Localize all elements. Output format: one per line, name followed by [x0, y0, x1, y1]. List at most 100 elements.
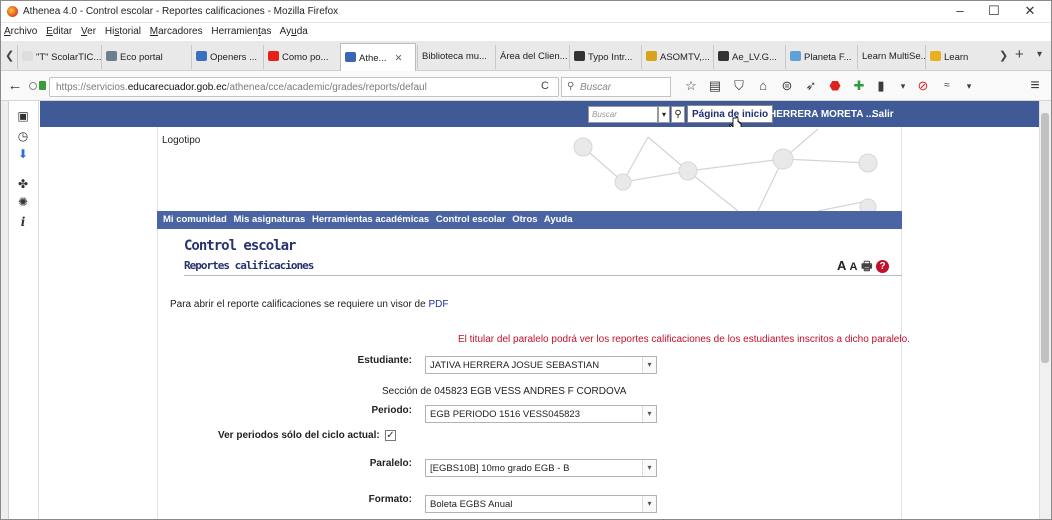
- tab-scolartic[interactable]: "T" ScolarTIC...: [17, 45, 101, 69]
- tab-scroll-left-icon[interactable]: ❮: [5, 49, 14, 62]
- overflow-dropdown-icon[interactable]: ▾: [959, 77, 979, 95]
- puzzle-addon-icon[interactable]: ✚: [849, 77, 869, 95]
- pdf-note: Para abrir el reporte calificaciones se …: [170, 299, 448, 310]
- paralelo-select[interactable]: [EGBS10B] 10mo grado EGB - B ▾: [425, 459, 657, 477]
- pdf-note-text: Para abrir el reporte calificaciones se …: [170, 299, 426, 310]
- tab-learn-multise[interactable]: Learn MultiSe...: [857, 45, 925, 69]
- addon-dropdown-icon[interactable]: ▾: [893, 77, 913, 95]
- tab-asomtv[interactable]: ASOMTV,...: [641, 45, 713, 69]
- info-i-icon[interactable]: i: [16, 215, 30, 229]
- menu-ayuda[interactable]: Ayuda: [280, 26, 308, 37]
- reader-list-icon[interactable]: ▤: [705, 77, 725, 95]
- youtube-icon: [268, 51, 279, 61]
- tab-eco-portal[interactable]: Eco portal: [101, 45, 191, 69]
- estudiante-select[interactable]: JATIVA HERRERA JOSUE SEBASTIAN ▾: [425, 356, 657, 374]
- sync-icon[interactable]: ⊜: [777, 77, 797, 95]
- tab-label: Eco portal: [120, 52, 163, 63]
- bookmark-star-icon[interactable]: ☆: [681, 77, 701, 95]
- history-clock-icon[interactable]: ◷: [16, 129, 30, 143]
- menu-herramientas[interactable]: Herramientas: [211, 26, 271, 37]
- logout-link[interactable]: Salir: [872, 109, 894, 120]
- tab-label: ASOMTV,...: [660, 52, 710, 63]
- tab-list-icon[interactable]: ▾: [1037, 49, 1042, 60]
- addon-wave-icon[interactable]: ≈: [937, 77, 957, 95]
- url-bar[interactable]: https://servicios.educarecuador.gob.ec/a…: [49, 77, 559, 97]
- sidebar-panel-icon[interactable]: ▣: [16, 109, 30, 123]
- new-tab-button[interactable]: +: [1015, 46, 1024, 63]
- tab-label: Typo Intr...: [588, 52, 633, 63]
- back-button[interactable]: ←: [5, 77, 25, 95]
- maximize-button[interactable]: ☐: [981, 4, 1007, 20]
- tab-favicon-icon: [790, 51, 801, 61]
- hamburger-menu-icon[interactable]: ≡: [1025, 77, 1045, 95]
- font-decrease-icon[interactable]: A: [850, 261, 858, 273]
- info-icon[interactable]: [29, 82, 37, 90]
- pinterest-icon[interactable]: ⊘: [913, 77, 933, 95]
- pocket-icon[interactable]: ⛉: [729, 77, 749, 95]
- page-content: Buscar ▾ ⚲ Página de inicio HERRERA MORE…: [40, 101, 1039, 519]
- menu-marcadores[interactable]: Marcadores: [150, 26, 203, 37]
- search-icon: ⚲: [567, 81, 575, 92]
- send-icon[interactable]: ➶: [801, 77, 821, 95]
- minimize-button[interactable]: –: [947, 4, 973, 20]
- addons-puzzle-icon[interactable]: ✤: [16, 177, 30, 191]
- site-banner: Logotipo: [157, 127, 902, 211]
- tab-biblioteca[interactable]: Biblioteca mu...: [417, 45, 495, 69]
- gear-icon[interactable]: ✺: [16, 195, 30, 209]
- menu-archivo[interactable]: Archivo: [4, 26, 37, 37]
- url-path: /athenea/cce/academic/grades/reports/def…: [226, 82, 427, 93]
- tab-openers[interactable]: Openers ...: [191, 45, 263, 69]
- close-window-button[interactable]: ✕: [1017, 4, 1043, 20]
- window-left-edge: [1, 101, 9, 519]
- url-domain: educarecuador.gob.ec: [127, 82, 227, 93]
- formato-label: Formato:: [368, 494, 412, 505]
- tab-learn[interactable]: Learn: [925, 45, 995, 69]
- tab-area-cliente[interactable]: Área del Clien...: [495, 45, 569, 69]
- tab-planeta[interactable]: Planeta F...: [785, 45, 857, 69]
- nav-herramientas-academicas[interactable]: Herramientas académicas: [312, 214, 429, 225]
- tab-athenea[interactable]: Athe... ✕: [340, 43, 416, 71]
- tab-label: Learn MultiSe...: [862, 51, 925, 62]
- tab-favicon-icon: [646, 51, 657, 61]
- tab-label: Biblioteca mu...: [422, 51, 487, 62]
- menu-historial[interactable]: Historial: [105, 26, 141, 37]
- tab-label: Openers ...: [210, 52, 257, 63]
- print-icon[interactable]: 🖶: [861, 259, 872, 273]
- tab-typo[interactable]: Typo Intr...: [569, 45, 641, 69]
- nav-mis-asignaturas[interactable]: Mis asignaturas: [234, 214, 306, 225]
- seccion-text: Sección de 045823 EGB VESS ANDRES F CORD…: [382, 386, 627, 397]
- pdf-link[interactable]: PDF: [428, 299, 448, 310]
- tab-ae-lvg[interactable]: Ae_LV.G...: [713, 45, 785, 69]
- nav-ayuda[interactable]: Ayuda: [544, 214, 573, 225]
- nav-control-escolar[interactable]: Control escolar: [436, 214, 506, 225]
- menu-ver[interactable]: Ver: [81, 26, 96, 37]
- browser-search-input[interactable]: ⚲ Buscar: [561, 77, 671, 97]
- site-search-dropdown[interactable]: ▾: [658, 106, 670, 123]
- window-title: Athenea 4.0 - Control escolar - Reportes…: [23, 6, 339, 17]
- formato-select[interactable]: Boleta EGBS Anual ▾: [425, 495, 657, 513]
- addon-dark-icon[interactable]: ▮: [871, 77, 891, 95]
- addon-abp-icon[interactable]: ⬣: [825, 77, 845, 95]
- close-tab-icon[interactable]: ✕: [394, 53, 402, 64]
- help-icon[interactable]: ?: [876, 260, 890, 273]
- font-increase-icon[interactable]: A: [837, 258, 846, 273]
- scrollbar-thumb[interactable]: [1041, 113, 1049, 363]
- download-arrow-icon[interactable]: ⬇: [16, 147, 30, 161]
- nav-mi-comunidad[interactable]: Mi comunidad: [163, 214, 227, 225]
- sidebar: ▣ ◷ ⬇ ✤ ✺ i: [9, 101, 39, 519]
- main-panel: Control escolar Reportes calificaciones …: [157, 229, 910, 519]
- browser-window: Athenea 4.0 - Control escolar - Reportes…: [0, 0, 1052, 520]
- periodo-select[interactable]: EGB PERIODO 1516 VESS045823 ▾: [425, 405, 657, 423]
- home-icon[interactable]: ⌂: [753, 77, 773, 95]
- nav-otros[interactable]: Otros: [512, 214, 537, 225]
- tab-scroll-right-icon[interactable]: ❯: [999, 49, 1008, 62]
- reload-button[interactable]: C: [541, 80, 549, 92]
- paralelo-label: Paralelo:: [369, 458, 412, 469]
- user-name-link[interactable]: HERRERA MORETA ...: [769, 109, 874, 120]
- site-search-input[interactable]: Buscar: [588, 106, 658, 123]
- ciclo-actual-checkbox[interactable]: ✓: [385, 430, 396, 441]
- tab-como-po[interactable]: Como po...: [263, 45, 339, 69]
- paralelo-value: [EGBS10B] 10mo grado EGB - B: [430, 463, 570, 474]
- menu-editar[interactable]: Editar: [46, 26, 72, 37]
- site-search-button[interactable]: ⚲: [671, 106, 685, 123]
